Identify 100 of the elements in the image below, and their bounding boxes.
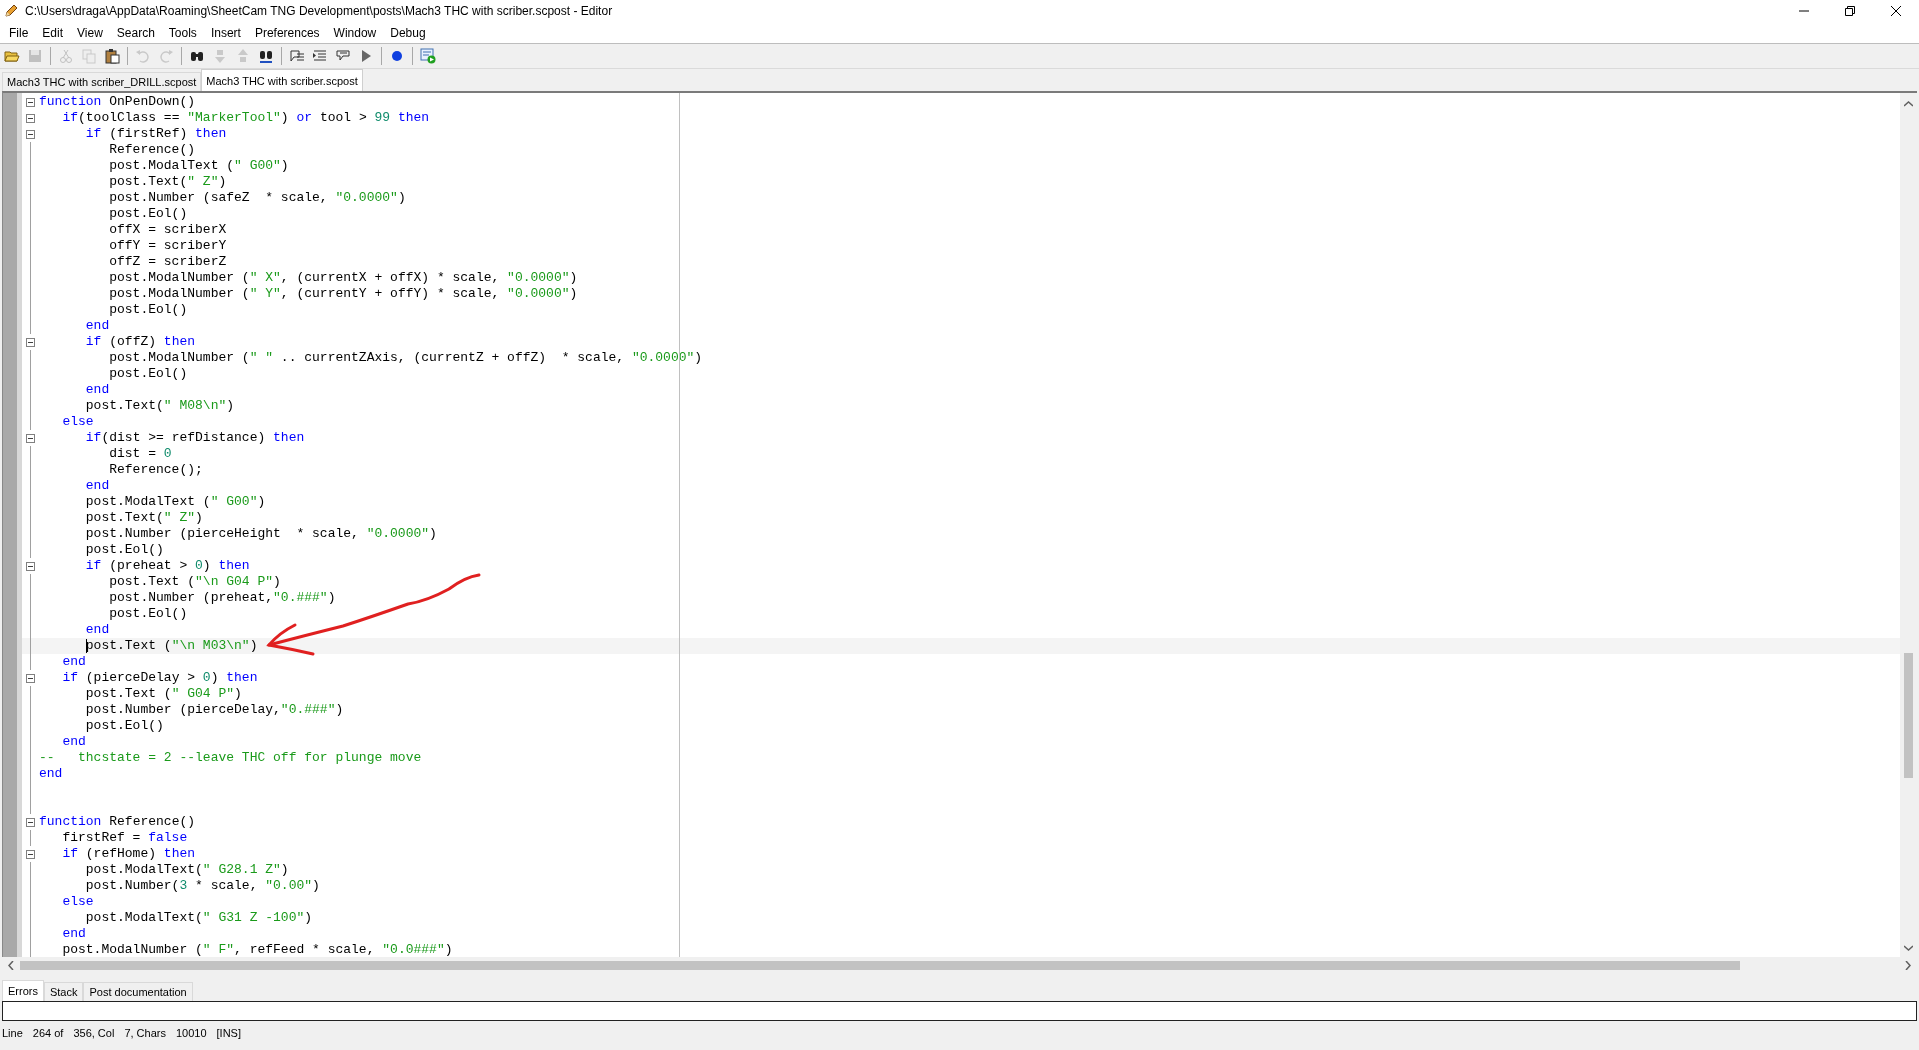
- code-line: else: [61, 414, 94, 430]
- code-line: end: [84, 382, 110, 398]
- code-line: post.Text (" G04 P"): [84, 686, 242, 702]
- scroll-down-icon[interactable]: [1904, 945, 1913, 951]
- document-tab[interactable]: Mach3 THC with scriber.scpost: [201, 69, 363, 91]
- window-title: C:\Users\draga\AppData\Roaming\SheetCam TNG Development\posts\Mach3 THC with scriber.scpost - Editor: [25, 4, 613, 18]
- fold-toggle[interactable]: [26, 433, 35, 443]
- fold-toggle[interactable]: [26, 337, 35, 347]
- status-text: 356, Col: [73, 1027, 115, 1039]
- run-icon: [420, 48, 436, 64]
- undo-icon: [135, 48, 151, 64]
- code-line: post.Text(" Z"): [108, 174, 227, 190]
- menu-item[interactable]: Window: [326, 23, 384, 42]
- panel-tab[interactable]: Post documentation: [83, 982, 193, 1001]
- code-line: post.ModalNumber (" " .. currentZAxis, (currentZ + offZ) * scale, "0.0000"): [108, 350, 703, 366]
- menu-item[interactable]: Search: [109, 23, 162, 42]
- code-line: function OnPenDown(): [39, 94, 196, 110]
- code-line: post.ModalNumber (" X", (currentX + offX) * scale, "0.0000"): [108, 270, 578, 286]
- scrollbar-thumb[interactable]: [20, 961, 1740, 970]
- code-line: end: [39, 766, 63, 782]
- folder-icon: [4, 48, 20, 64]
- code-line: post.ModalNumber (" Y", (currentY + offY) * scale, "0.0000"): [108, 286, 578, 302]
- scroll-up-icon[interactable]: [1904, 101, 1913, 107]
- code-line: post.Eol(): [108, 302, 188, 318]
- code-line: offZ = scriberZ: [108, 254, 227, 270]
- code-line: end: [61, 654, 86, 670]
- code-line: post.Text(" M08\n"): [84, 398, 235, 414]
- copy-icon: [81, 48, 97, 64]
- code-line: if(dist >= refDistance) then: [84, 430, 305, 446]
- code-line: post.ModalText (" G00"): [108, 158, 289, 174]
- menu-item[interactable]: Insert: [203, 23, 248, 42]
- status-text: 10010: [175, 1027, 207, 1039]
- binoculars-icon: [258, 48, 274, 64]
- menu-item[interactable]: Tools: [161, 23, 204, 42]
- code-line: if (offZ) then: [84, 334, 196, 350]
- code-line: function Reference(): [39, 814, 196, 830]
- code-line: end: [84, 318, 110, 334]
- code-line: end: [84, 622, 110, 638]
- code-line: post.Number (pierceDelay,"0.###"): [84, 702, 344, 718]
- clipboard-icon: [104, 48, 120, 64]
- code-line: if (pierceDelay > 0) then: [61, 670, 258, 686]
- code-line: if (preheat > 0) then: [84, 558, 250, 574]
- scrollbar-thumb[interactable]: [1904, 653, 1913, 778]
- code-line: end: [61, 734, 86, 750]
- code-line: end: [84, 478, 110, 494]
- code-line: post.Eol(): [108, 366, 188, 382]
- code-line: -- thcstate = 2 --leave THC off for plunge move: [39, 750, 422, 766]
- status-text: 264 of: [32, 1027, 64, 1039]
- code-line: post.ModalNumber (" F", refFeed * scale, "0.0###"): [61, 942, 453, 957]
- scroll-right-icon[interactable]: [1905, 961, 1911, 970]
- code-line: end: [61, 926, 86, 942]
- code-line: post.Eol(): [108, 206, 188, 222]
- fold-toggle[interactable]: [26, 129, 35, 139]
- status-text: 7, Chars: [124, 1027, 166, 1039]
- code-line: post.ModalText (" G00"): [84, 494, 266, 510]
- code-line: post.Text ("\n G04 P"): [108, 574, 281, 590]
- code-line: post.Eol(): [84, 542, 164, 558]
- code-line: post.Number(3 * scale, "0.00"): [84, 878, 320, 894]
- fold-toggle[interactable]: [26, 113, 35, 123]
- code-line: offX = scriberX: [108, 222, 227, 238]
- fold-toggle[interactable]: [26, 673, 35, 683]
- menu-item[interactable]: Edit: [35, 23, 71, 42]
- pencil-icon: [4, 4, 18, 18]
- code-line: if(toolClass == "MarkerTool") or tool > 99 then: [61, 110, 430, 126]
- code-line: post.Eol(): [108, 606, 188, 622]
- code-line: firstRef = false: [61, 830, 188, 846]
- panel-tab[interactable]: Errors: [2, 980, 44, 1001]
- code-line: post.Text(" Z"): [84, 510, 203, 526]
- code-line: Reference();: [108, 462, 203, 478]
- code-line: post.Eol(): [84, 718, 164, 734]
- menu-item[interactable]: View: [70, 23, 110, 42]
- document-tab[interactable]: Mach3 THC with scriber_DRILL.scpost: [2, 72, 202, 91]
- code-line: post.Text ("\n M03\n"): [84, 638, 258, 654]
- fold-toggle[interactable]: [26, 817, 35, 827]
- status-text: Line: [2, 1027, 23, 1039]
- dot-icon: [389, 48, 405, 64]
- list-icon: [289, 48, 305, 64]
- scissors-icon: [58, 48, 74, 64]
- panel-tab[interactable]: Stack: [43, 982, 84, 1001]
- code-line: Reference(): [108, 142, 196, 158]
- indent-icon: [312, 48, 328, 64]
- code-line: if (firstRef) then: [84, 126, 227, 142]
- restore-icon: [1845, 6, 1855, 16]
- code-line: post.Number (preheat,"0.###"): [108, 590, 336, 606]
- scroll-left-icon[interactable]: [8, 961, 14, 970]
- menu-item[interactable]: File: [2, 23, 36, 42]
- menu-item[interactable]: Debug: [383, 23, 433, 42]
- errors-output-field[interactable]: [2, 1001, 1917, 1021]
- code-line: if (refHome) then: [61, 846, 196, 862]
- fold-toggle[interactable]: [26, 561, 35, 571]
- redo-icon: [158, 48, 174, 64]
- close-icon: [1891, 6, 1901, 16]
- menu-item[interactable]: Preferences: [247, 23, 327, 42]
- fold-toggle[interactable]: [26, 849, 35, 859]
- code-line: dist = 0: [108, 446, 172, 462]
- fold-toggle[interactable]: [26, 97, 35, 107]
- status-text: [INS]: [216, 1027, 241, 1039]
- code-line: offY = scriberY: [108, 238, 227, 254]
- up-arrow-icon: [235, 48, 251, 64]
- code-line: post.ModalText(" G31 Z -100"): [84, 910, 313, 926]
